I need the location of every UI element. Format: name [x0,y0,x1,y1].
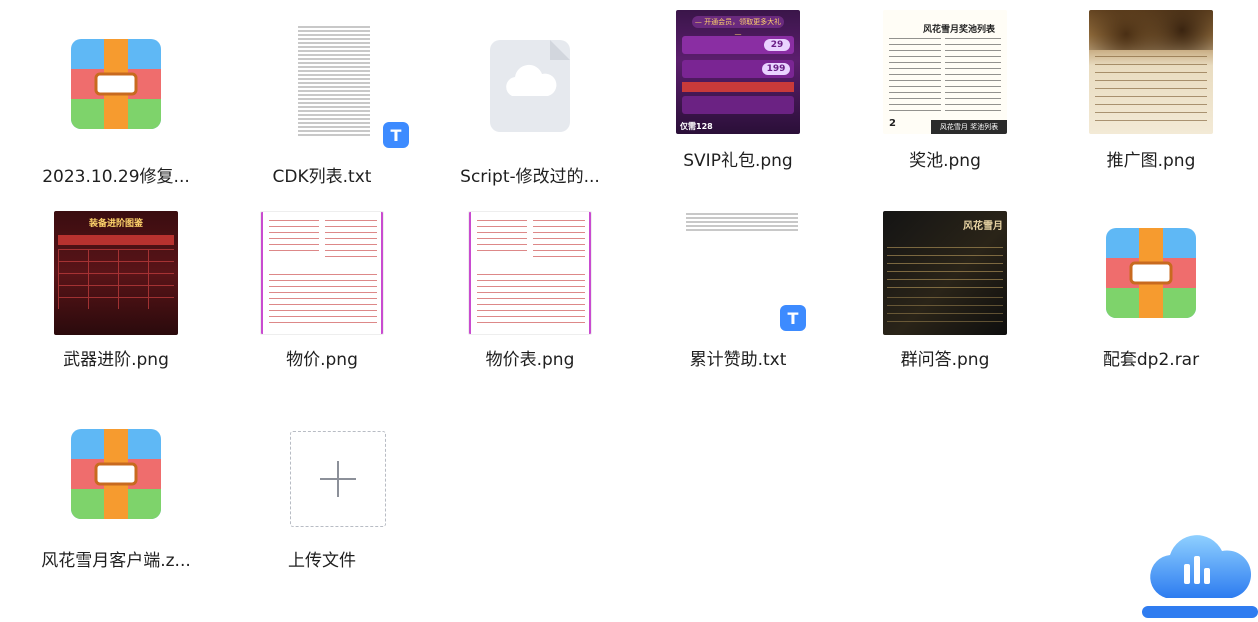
file-name: 武器进阶.png [63,350,169,370]
pool-title: 风花雪月奖池列表 [923,25,996,35]
faq-title: 风花雪月 [963,221,1003,232]
svip-footer-text: 仅需128 [680,122,713,131]
file-tile-sponsor[interactable]: T 累计赞助.txt [638,201,838,381]
file-name: 群问答.png [900,350,990,370]
svip-price-b: 199 [762,63,790,75]
file-name: 推广图.png [1106,151,1196,171]
text-file-badge-icon: T [383,122,409,148]
plus-icon [320,461,356,497]
file-tile-script[interactable]: Script-修改过的... [430,18,630,198]
file-name: 累计赞助.txt [689,350,787,370]
archive-icon [54,412,178,536]
image-thumbnail: 装备进阶图鉴 [54,211,178,335]
svip-banner-text: — 开通会员，领取更多大礼 — [692,16,784,38]
svip-price-a: 29 [764,39,790,51]
file-name: 配套dp2.rar [1102,350,1200,370]
image-thumbnail [1089,10,1213,134]
file-name: SVIP礼包.png [683,151,793,171]
file-name: 奖池.png [909,151,981,171]
weapon-title: 装备进阶图鉴 [88,219,143,229]
file-name: 物价.png [286,350,358,370]
file-name: 风花雪月客户端.z... [41,551,191,571]
file-name: CDK列表.txt [272,167,372,187]
file-tile-cdk-list[interactable]: T CDK列表.txt [222,18,422,198]
image-thumbnail: — 开通会员，领取更多大礼 — 29 199 仅需128 [676,10,800,134]
archive-icon [1089,211,1213,335]
file-tile-svip[interactable]: — 开通会员，领取更多大礼 — 29 199 仅需128 SVIP礼包.png [638,0,838,180]
file-tile-weapon[interactable]: 装备进阶图鉴 武器进阶.png [16,201,216,381]
file-tile-price[interactable]: 物价.png [222,201,422,381]
image-thumbnail [468,211,592,335]
file-name: Script-修改过的... [460,167,600,187]
image-thumbnail: 风花雪月 [883,211,1007,335]
cloud-assistant-icon[interactable] [1136,518,1258,618]
text-file-thumbnail: T [676,211,806,335]
upload-button[interactable] [260,412,386,536]
image-thumbnail [260,211,384,335]
file-tile-promo[interactable]: 推广图.png [1051,0,1251,180]
file-name: 物价表.png [485,350,575,370]
file-tile-faq[interactable]: 风花雪月 群问答.png [845,201,1045,381]
archive-icon [54,28,178,152]
upload-file-tile[interactable]: 上传文件 [222,402,422,582]
image-thumbnail: 风花雪月奖池列表 2 风花雪月 奖池列表 [883,10,1007,134]
file-tile-client[interactable]: 风花雪月客户端.z... [16,402,216,582]
file-tile-dp2[interactable]: 配套dp2.rar [1051,201,1251,381]
file-name: 2023.10.29修复... [42,167,190,187]
pool-number: 2 [889,118,896,129]
cloud-file-icon [468,28,592,152]
file-tile-pool[interactable]: 风花雪月奖池列表 2 风花雪月 奖池列表 奖池.png [845,0,1045,180]
text-file-thumbnail: T [260,20,409,152]
file-tile-price-table[interactable]: 物价表.png [430,201,630,381]
pool-footer: 风花雪月 奖池列表 [931,120,1007,134]
text-file-badge-icon: T [780,305,806,331]
file-tile-archive-2023[interactable]: 2023.10.29修复... [16,18,216,198]
upload-label: 上传文件 [288,551,356,571]
